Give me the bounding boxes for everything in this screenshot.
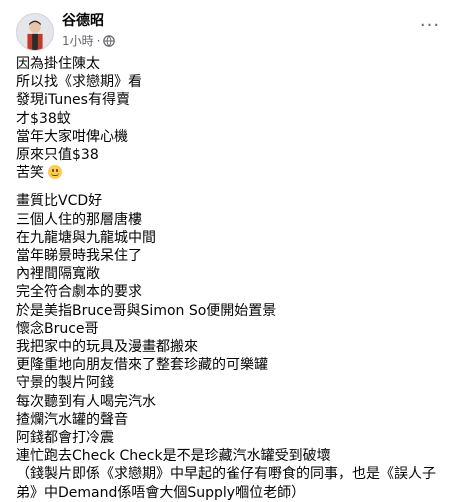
post-text-line: 弟》中Demand係唔會大個Supply嗰位老師） [16, 484, 446, 502]
post-text-line: 於是美指Bruce哥與Simon So便開始置景 [16, 302, 446, 320]
post-text: （錢製片即係《求戀期》中早起的雀仔有嘢食的同事，也是《誤人子 [16, 466, 436, 483]
post-text: 每次聽到有人喝完汽水 [16, 393, 156, 410]
post-text: 才$38蚊 [16, 110, 71, 127]
post-text: 在九龍塘與九龍城中間 [16, 229, 156, 246]
post-text: 畫質比VCD好 [16, 193, 103, 210]
post-text-line: 懷念Bruce哥 [16, 320, 446, 338]
facebook-post: 谷德昭 1小時 · ··· 因為掛住陳太所以找《求戀期》看 發現iTunes有得賣… [0, 0, 457, 501]
post-text-line: 苦笑 [16, 164, 446, 182]
post-text-line: 更隆重地向朋友借來了整套珍藏的可樂罐 [16, 356, 446, 374]
post-text: 苦笑 [16, 165, 44, 182]
smiling-face-icon [48, 165, 62, 180]
post-text-line: 才$38蚊 [16, 110, 446, 128]
post-text-line: 當年睇景時我呆住了 [16, 247, 446, 265]
paragraph-2: 畫質比VCD好 三個人住的那層唐樓 在九龍塘與九龍城中間 當年睇景時我呆住了 內裡間隔寬… [16, 192, 446, 501]
post-text: 所以找《求戀期》看 [16, 74, 142, 91]
author-name[interactable]: 谷德昭 [62, 12, 104, 30]
post-body: 因為掛住陳太所以找《求戀期》看 發現iTunes有得賣 才$38蚊 當年大家咁俾心機原… [16, 55, 446, 502]
post-text: 完全符合劇本的要求 [16, 284, 142, 301]
post-text: 懷念Bruce哥 [16, 320, 99, 337]
post-text: 三個人住的那層唐樓 [16, 211, 142, 228]
meta-separator: · [96, 34, 101, 48]
post-text-line: 畫質比VCD好 [16, 192, 446, 210]
post-text-line: 我把家中的玩具及漫畫都搬來 [16, 338, 446, 356]
post-text: 更隆重地向朋友借來了整套珍藏的可樂罐 [16, 357, 268, 374]
post-text-line: 阿錢都會打冷震 [16, 429, 446, 447]
post-text: 揸爛汽水罐的聲音 [16, 411, 128, 428]
post-text-line: 連忙跑去Check Check是不是珍藏汽水罐受到破壞 [16, 447, 446, 465]
post-meta: 1小時 · [62, 33, 116, 49]
post-text: 弟》中Demand係唔會大個Supply嗰位老師） [16, 484, 306, 501]
post-text: 連忙跑去Check Check是不是珍藏汽水罐受到破壞 [16, 448, 331, 465]
post-text-line: 原來只值$38 [16, 146, 446, 164]
post-text: 因為掛住陳太 [16, 56, 100, 72]
post-text-line: 揸爛汽水罐的聲音 [16, 411, 446, 429]
more-options-icon[interactable]: ··· [417, 16, 443, 36]
post-text: 內裡間隔寬敞 [16, 266, 100, 283]
author-avatar[interactable] [16, 13, 54, 51]
post-time[interactable]: 1小時 [62, 33, 94, 49]
post-text-line: 在九龍塘與九龍城中間 [16, 229, 446, 247]
paragraph-1: 因為掛住陳太所以找《求戀期》看 發現iTunes有得賣 才$38蚊 當年大家咁俾心機原… [16, 55, 446, 182]
post-text-line: 發現iTunes有得賣 [16, 91, 446, 109]
avatar-image [17, 14, 53, 50]
post-text: 守景的製片阿錢 [16, 375, 114, 392]
post-text: 我把家中的玩具及漫畫都搬來 [16, 339, 198, 356]
post-text: 於是美指Bruce哥與Simon So便開始置景 [16, 302, 277, 319]
post-text-line: 當年大家咁俾心機 [16, 128, 446, 146]
post-text-line: 完全符合劇本的要求 [16, 283, 446, 301]
post-text: 發現iTunes有得賣 [16, 92, 130, 109]
post-text: 原來只值$38 [16, 147, 99, 164]
globe-icon[interactable] [103, 35, 116, 47]
post-text: 當年大家咁俾心機 [16, 128, 128, 145]
post-text-line: 所以找《求戀期》看 [16, 73, 446, 91]
post-text-line: 三個人住的那層唐樓 [16, 211, 446, 229]
post-text-line: 內裡間隔寬敞 [16, 265, 446, 283]
post-text: 當年睇景時我呆住了 [16, 248, 142, 265]
post-text-line: （錢製片即係《求戀期》中早起的雀仔有嘢食的同事，也是《誤人子 [16, 465, 446, 483]
post-text-line: 因為掛住陳太 [16, 55, 446, 73]
post-text: 阿錢都會打冷震 [16, 430, 114, 447]
post-text-line: 每次聽到有人喝完汽水 [16, 393, 446, 411]
post-text-line: 守景的製片阿錢 [16, 374, 446, 392]
